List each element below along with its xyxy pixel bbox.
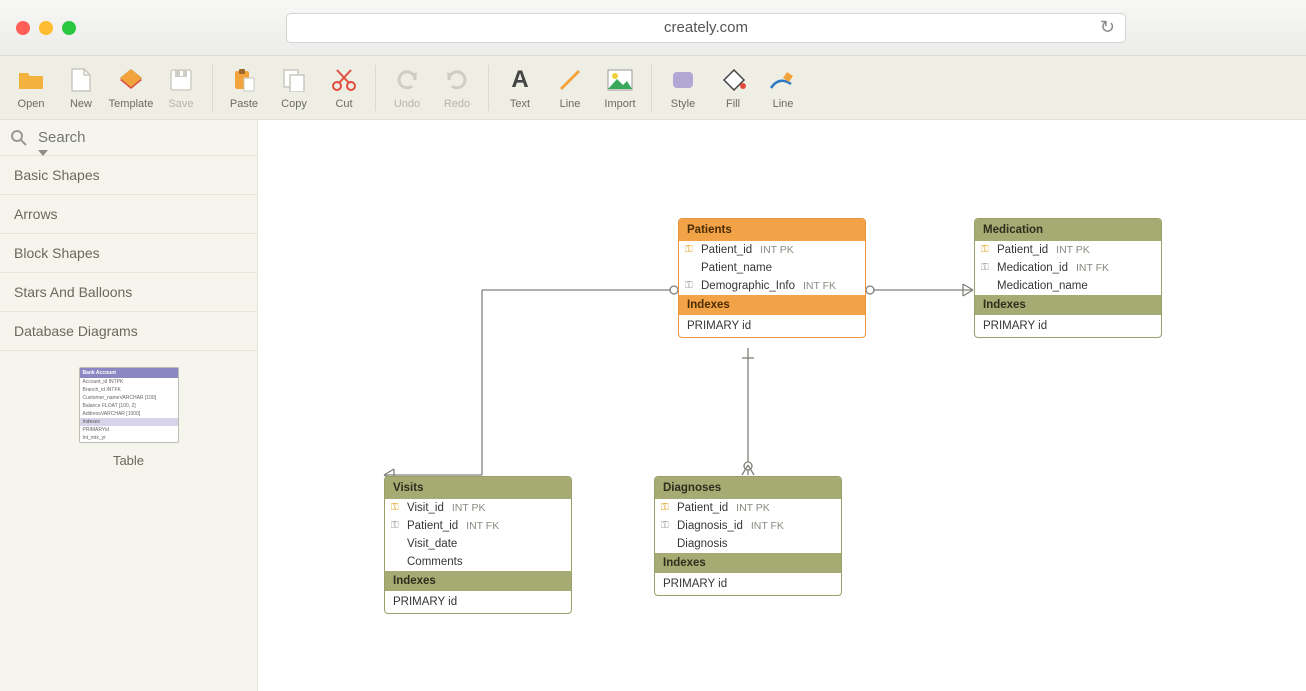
- pencil-line-icon: [758, 66, 808, 94]
- key-icon: ⚿: [685, 280, 693, 291]
- indexes-header: Indexes: [655, 553, 841, 573]
- indexes-header: Indexes: [385, 571, 571, 591]
- paste-button[interactable]: Paste: [219, 66, 269, 110]
- text-button[interactable]: A Text: [495, 66, 545, 110]
- key-icon: ⚿: [391, 502, 399, 513]
- url-text: creately.com: [664, 19, 748, 36]
- shapes-sidebar: Basic Shapes Arrows Block Shapes Stars A…: [0, 120, 258, 691]
- entity-visits[interactable]: Visits ⚿Visit_idINT PK ⚿Patient_idINT FK…: [384, 476, 572, 614]
- toolbar-separator: [375, 65, 376, 111]
- category-stars-balloons[interactable]: Stars And Balloons: [0, 273, 257, 312]
- scissors-icon: [319, 66, 369, 94]
- key-icon: ⚿: [661, 520, 669, 531]
- entity-title: Patients: [679, 219, 865, 241]
- copy-button[interactable]: Copy: [269, 66, 319, 110]
- copy-icon: [269, 66, 319, 94]
- category-basic-shapes[interactable]: Basic Shapes: [0, 156, 257, 195]
- template-button[interactable]: Template: [106, 66, 156, 110]
- toolbar-separator: [488, 65, 489, 111]
- key-icon: ⚿: [981, 262, 989, 273]
- import-button[interactable]: Import: [595, 66, 645, 110]
- diagram-canvas[interactable]: Patients ⚿Patient_idINT PK Patient_name …: [258, 120, 1306, 691]
- key-icon: ⚿: [981, 244, 989, 255]
- redo-icon: [432, 66, 482, 94]
- category-block-shapes[interactable]: Block Shapes: [0, 234, 257, 273]
- save-icon: [156, 66, 206, 94]
- fill-icon: [708, 66, 758, 94]
- undo-icon: [382, 66, 432, 94]
- indexes-header: Indexes: [975, 295, 1161, 315]
- save-button[interactable]: Save: [156, 66, 206, 110]
- minimize-window-button[interactable]: [39, 21, 53, 35]
- line-style-button[interactable]: Line: [758, 66, 808, 110]
- paste-icon: [219, 66, 269, 94]
- redo-button[interactable]: Redo: [432, 66, 482, 110]
- open-button[interactable]: Open: [6, 66, 56, 110]
- toolbar-separator: [212, 65, 213, 111]
- search-icon: [10, 129, 28, 147]
- new-file-icon: [56, 66, 106, 94]
- key-icon: ⚿: [661, 502, 669, 513]
- fill-button[interactable]: Fill: [708, 66, 758, 110]
- toolbar-separator: [651, 65, 652, 111]
- entity-title: Medication: [975, 219, 1161, 241]
- index-value: PRIMARY id: [655, 573, 841, 595]
- key-icon: ⚿: [685, 244, 693, 255]
- cut-button[interactable]: Cut: [319, 66, 369, 110]
- line-tool-button[interactable]: Line: [545, 66, 595, 110]
- text-icon: A: [495, 66, 545, 94]
- image-icon: [595, 66, 645, 94]
- search-input[interactable]: [36, 128, 247, 147]
- indexes-header: Indexes: [679, 295, 865, 315]
- refresh-icon[interactable]: ↻: [1100, 17, 1115, 38]
- shape-palette: Bank Account Account_id INTPK Branch_id …: [0, 351, 257, 484]
- table-shape-thumb[interactable]: Bank Account Account_id INTPK Branch_id …: [79, 367, 179, 443]
- entity-title: Visits: [385, 477, 571, 499]
- category-arrows[interactable]: Arrows: [0, 195, 257, 234]
- entity-patients[interactable]: Patients ⚿Patient_idINT PK Patient_name …: [678, 218, 866, 338]
- app-toolbar: Open New Template Save Paste Copy Cut: [0, 56, 1306, 120]
- dropdown-indicator-icon: [38, 150, 48, 156]
- undo-button[interactable]: Undo: [382, 66, 432, 110]
- close-window-button[interactable]: [16, 21, 30, 35]
- line-icon: [545, 66, 595, 94]
- entity-diagnoses[interactable]: Diagnoses ⚿Patient_idINT PK ⚿Diagnosis_i…: [654, 476, 842, 596]
- entity-title: Diagnoses: [655, 477, 841, 499]
- index-value: PRIMARY id: [975, 315, 1161, 337]
- thumb-label: Table: [113, 453, 144, 468]
- entity-medication[interactable]: Medication ⚿Patient_idINT PK ⚿Medication…: [974, 218, 1162, 338]
- new-button[interactable]: New: [56, 66, 106, 110]
- index-value: PRIMARY id: [679, 315, 865, 337]
- folder-icon: [6, 66, 56, 94]
- browser-titlebar: creately.com ↻: [0, 0, 1306, 56]
- style-button[interactable]: Style: [658, 66, 708, 110]
- address-bar[interactable]: creately.com ↻: [286, 13, 1126, 43]
- window-controls: [16, 21, 76, 35]
- style-icon: [658, 66, 708, 94]
- category-database[interactable]: Database Diagrams: [0, 312, 257, 351]
- template-icon: [106, 66, 156, 94]
- index-value: PRIMARY id: [385, 591, 571, 613]
- key-icon: ⚿: [391, 520, 399, 531]
- maximize-window-button[interactable]: [62, 21, 76, 35]
